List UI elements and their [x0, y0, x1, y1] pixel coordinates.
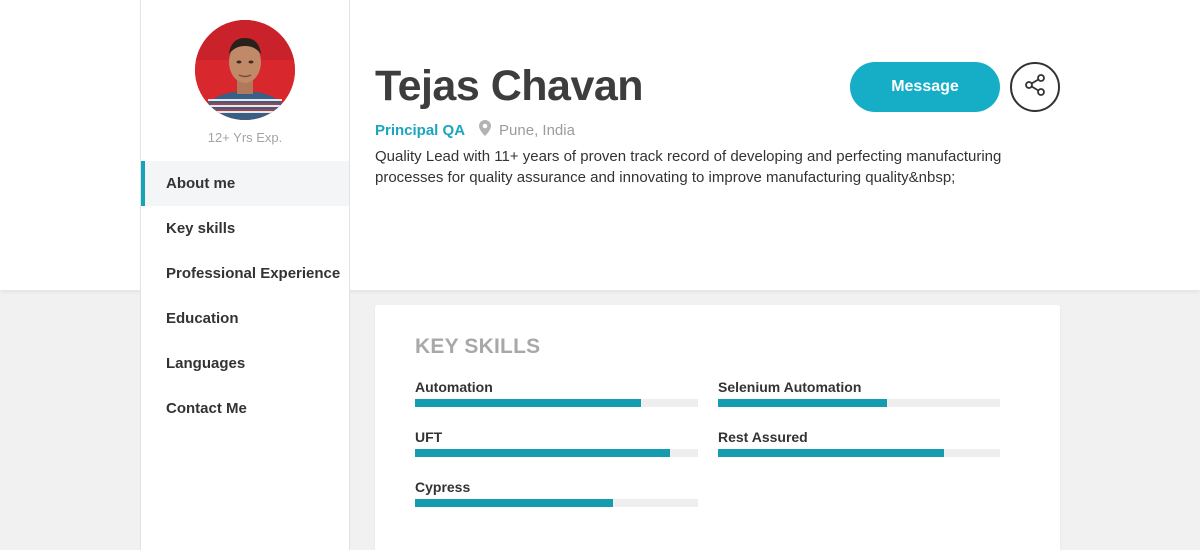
skills-grid: Automation Selenium Automation UFT Rest … [415, 379, 1000, 507]
sidebar-item-professional-experience[interactable]: Professional Experience [141, 251, 349, 296]
profile-role: Principal QA [375, 121, 466, 139]
skill-item: Rest Assured [718, 429, 1000, 457]
sidebar-item-key-skills[interactable]: Key skills [141, 206, 349, 251]
key-skills-card: KEY SKILLS Automation Selenium Automatio… [375, 305, 1060, 550]
skill-name: Rest Assured [718, 429, 808, 445]
sidebar-item-education[interactable]: Education [141, 296, 349, 341]
skill-bar-fill [718, 399, 888, 407]
sidebar-item-languages[interactable]: Languages [141, 341, 349, 386]
skill-bar [718, 399, 1000, 407]
share-button[interactable] [1010, 62, 1060, 112]
skill-item: Cypress [415, 479, 698, 507]
skill-bar-fill [415, 399, 642, 407]
avatar [195, 20, 295, 120]
share-icon [1023, 73, 1047, 102]
skill-bar [415, 449, 698, 457]
skill-bar [415, 499, 698, 507]
skill-bar-fill [415, 449, 670, 457]
key-skills-title: KEY SKILLS [415, 335, 541, 358]
skill-name: Automation [415, 379, 493, 395]
skill-bar-fill [415, 499, 614, 507]
skill-item: Selenium Automation [718, 379, 1000, 407]
skill-name: Selenium Automation [718, 379, 862, 395]
skill-bar [718, 449, 1000, 457]
skill-bar [415, 399, 698, 407]
profile-location: Pune, India [499, 121, 575, 139]
sidebar-nav: About me Key skills Professional Experie… [141, 161, 349, 431]
message-button[interactable]: Message [850, 62, 1000, 112]
skill-item: Automation [415, 379, 698, 407]
skill-item: UFT [415, 429, 698, 457]
sidebar-item-contact-me[interactable]: Contact Me [141, 386, 349, 431]
sidebar-item-about-me[interactable]: About me [141, 161, 349, 206]
experience-label: 12+ Yrs Exp. [207, 130, 283, 145]
profile-meta: Principal QA Pune, India [375, 120, 575, 140]
profile-bio: Quality Lead with 11+ years of proven tr… [375, 148, 1002, 186]
skill-bar-fill [718, 449, 944, 457]
location-pin-icon [479, 120, 492, 140]
profile-sidebar: 12+ Yrs Exp. About me Key skills Profess… [140, 0, 350, 550]
skill-name: Cypress [415, 479, 471, 495]
skill-name: UFT [415, 429, 443, 445]
profile-name: Tejas Chavan [375, 62, 644, 110]
